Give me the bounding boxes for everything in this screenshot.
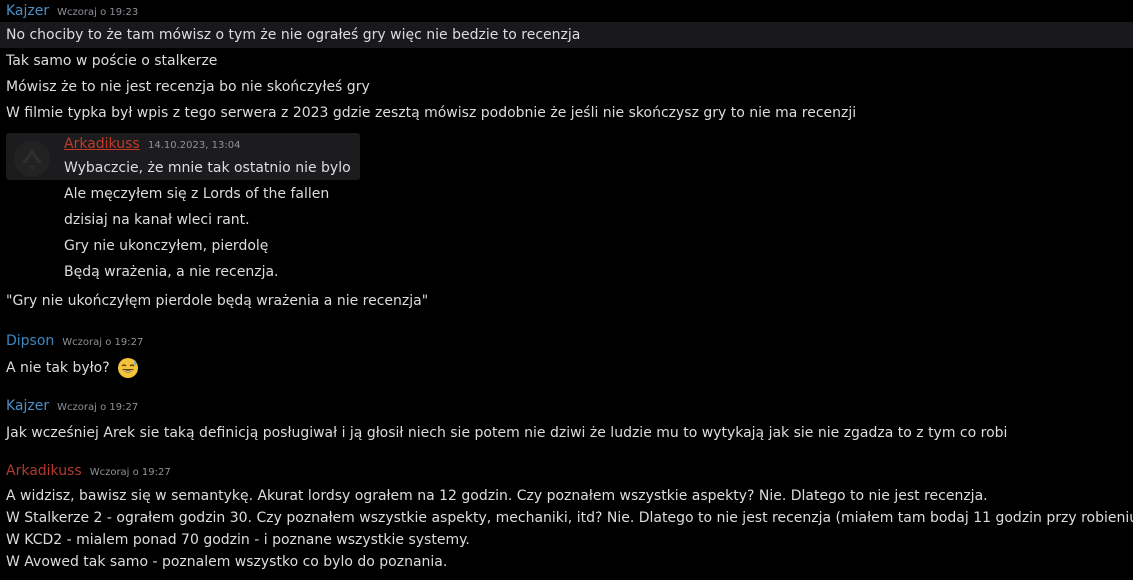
message-timestamp: Wczoraj o 19:27 (89, 467, 171, 478)
message-line: Mówisz że to nie jest recenzja bo nie sk… (6, 79, 370, 95)
message-header: Dipson Wczoraj o 19:27 (0, 333, 1133, 355)
quote-line: Wybaczcie, że mnie tak ostatnio nie bylo (64, 160, 351, 176)
message-header: Kajzer Wczoraj o 19:27 (0, 398, 1133, 420)
message-timestamp: Wczoraj o 19:27 (57, 402, 139, 413)
message-line: W KCD2 - mialem ponad 70 godzin - i pozn… (6, 532, 470, 548)
message-body: "Gry nie ukończyłęm pierdole będą wrażen… (0, 288, 1133, 314)
quote-line: Ale męczyłem się z Lords of the fallen (64, 186, 330, 202)
message-line: Jak wcześniej Arek sie taką definicją po… (6, 425, 1008, 441)
author-name[interactable]: Kajzer (6, 3, 49, 19)
author-name[interactable]: Kajzer (6, 398, 49, 414)
message-timestamp: Wczoraj o 19:23 (57, 7, 139, 18)
message-line: A widzisz, bawisz się w semantykę. Akura… (6, 488, 988, 504)
message-line: W Stalkerze 2 - ograłem godzin 30. Czy p… (6, 510, 1133, 526)
quote-timestamp: 14.10.2023, 13:04 (148, 140, 241, 151)
message-line: "Gry nie ukończyłęm pierdole będą wrażen… (6, 293, 429, 309)
quote-line: Będą wrażenia, a nie recenzja. (64, 264, 279, 280)
message-timestamp: Wczoraj o 19:27 (62, 337, 144, 348)
sweat-smile-emoji-icon[interactable] (117, 357, 139, 379)
message-header: Arkadikuss Wczoraj o 19:27 (0, 463, 1133, 485)
avatar-icon (14, 141, 50, 177)
message-line: W Avowed tak samo - poznalem wszystko co… (6, 554, 448, 570)
message-body: No chociby to że tam mówisz o tym że nie… (0, 22, 1133, 126)
message-line: A nie tak było? (0, 355, 1133, 381)
message-line: Tak samo w poście o stalkerze (6, 53, 218, 69)
message-group-kajzer-2: Kajzer Wczoraj o 19:27 Jak wcześniej Are… (0, 398, 1133, 446)
message-group-arkadikuss: Arkadikuss Wczoraj o 19:27 A widzisz, ba… (0, 463, 1133, 573)
author-name[interactable]: Arkadikuss (6, 463, 82, 479)
message-group-dipson: Dipson Wczoraj o 19:27 A nie tak było? (0, 333, 1133, 381)
message-line: W filmie typka był wpis z tego serwera z… (6, 105, 857, 121)
quote-author[interactable]: Arkadikuss (64, 136, 140, 152)
quote-line: Gry nie ukonczyłem, pierdolę (64, 238, 269, 254)
message-text: A nie tak było? (6, 360, 110, 376)
message-line: No chociby to że tam mówisz o tym że nie… (0, 22, 1133, 48)
author-name[interactable]: Dipson (6, 333, 54, 349)
avatar[interactable] (14, 141, 50, 177)
quote-line: dzisiaj na kanał wleci rant. (64, 212, 250, 228)
